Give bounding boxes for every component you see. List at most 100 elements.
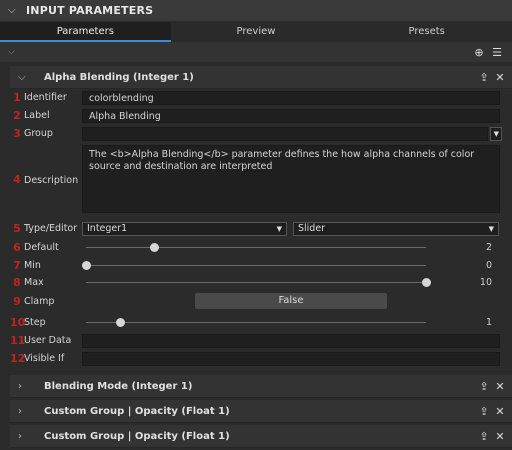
row-number: 7 bbox=[13, 259, 21, 272]
default-slider[interactable] bbox=[82, 239, 430, 256]
export-icon[interactable]: ⇪ bbox=[476, 380, 492, 393]
row-number: 2 bbox=[13, 109, 21, 122]
list-menu-icon[interactable]: ☰ bbox=[488, 46, 506, 59]
tab-presets[interactable]: Presets bbox=[341, 22, 512, 42]
chevron-down-icon[interactable]: ⌵ bbox=[18, 72, 30, 83]
export-icon[interactable]: ⇪ bbox=[476, 430, 492, 443]
row-number: 9 bbox=[13, 295, 21, 308]
parameter-section-collapsed: › Custom Group | Opacity (Float 1) ⇪ ✕ bbox=[10, 400, 512, 423]
type-select-value: Integer1 bbox=[87, 222, 128, 234]
type-select[interactable]: Integer1 ▼ bbox=[82, 221, 287, 236]
tab-preview[interactable]: Preview bbox=[170, 22, 342, 42]
tab-parameters[interactable]: Parameters bbox=[0, 22, 171, 42]
export-icon[interactable]: ⇪ bbox=[476, 71, 492, 84]
slider-handle[interactable] bbox=[421, 278, 431, 287]
min-value: 0 bbox=[485, 260, 492, 271]
slider-handle[interactable] bbox=[81, 261, 91, 270]
description-label: Description bbox=[24, 175, 79, 186]
label-field[interactable]: Alpha Blending bbox=[82, 108, 500, 123]
chevron-down-icon: ▼ bbox=[276, 224, 282, 233]
label-label: Label bbox=[24, 110, 50, 121]
slider-track bbox=[86, 247, 426, 248]
row-number: 6 bbox=[13, 241, 21, 254]
section-header[interactable]: › Custom Group | Opacity (Float 1) ⇪ ✕ bbox=[10, 400, 512, 423]
min-row: 7 Min 0 bbox=[10, 257, 506, 274]
identifier-row: 1 Identifier colorblending bbox=[10, 89, 506, 106]
parameter-section-expanded: ⌵ Alpha Blending (Integer 1) ⇪ ✕ bbox=[10, 66, 512, 89]
row-number: 3 bbox=[13, 127, 21, 140]
visible-if-field[interactable] bbox=[82, 351, 500, 366]
identifier-field[interactable]: colorblending bbox=[82, 90, 500, 105]
visible-if-row: 12 Visible If bbox=[10, 350, 506, 367]
close-icon[interactable]: ✕ bbox=[492, 380, 508, 393]
min-slider[interactable] bbox=[81, 257, 430, 274]
section-title: Custom Group | Opacity (Float 1) bbox=[44, 405, 230, 417]
step-label: Step bbox=[24, 317, 46, 328]
panel-title: INPUT PARAMETERS bbox=[26, 4, 154, 17]
chevron-down-icon: ▼ bbox=[488, 224, 494, 233]
user-data-label: User Data bbox=[24, 335, 72, 346]
chevron-down-icon: ▼ bbox=[493, 129, 499, 138]
parameter-section-collapsed: › Blending Mode (Integer 1) ⇪ ✕ bbox=[10, 375, 512, 398]
clamp-label: Clamp bbox=[24, 296, 55, 307]
max-value: 10 bbox=[479, 277, 492, 288]
description-row: 4 Description The <b>Alpha Blending</b> … bbox=[10, 145, 506, 213]
row-number: 5 bbox=[13, 222, 21, 235]
group-dropdown-button[interactable]: ▼ bbox=[490, 126, 502, 141]
visible-if-label: Visible If bbox=[24, 353, 65, 364]
editor-select[interactable]: Slider ▼ bbox=[293, 221, 499, 236]
group-label: Group bbox=[24, 128, 53, 139]
clamp-toggle-button[interactable]: False bbox=[195, 293, 387, 309]
parameters-toolbar: ⌵ ⊕ ☰ bbox=[0, 42, 512, 62]
group-row: 3 Group ▼ bbox=[10, 125, 506, 142]
slider-handle[interactable] bbox=[149, 243, 159, 252]
close-icon[interactable]: ✕ bbox=[492, 405, 508, 418]
type-editor-row: 5 Type/Editor Integer1 ▼ Slider ▼ bbox=[10, 220, 506, 237]
slider-track bbox=[86, 282, 426, 283]
section-title: Custom Group | Opacity (Float 1) bbox=[44, 430, 230, 442]
identifier-label: Identifier bbox=[24, 92, 67, 103]
max-row: 8 Max 10 bbox=[10, 274, 506, 291]
row-number: 4 bbox=[13, 173, 21, 186]
tab-bar: Parameters Preview Presets bbox=[0, 22, 512, 42]
default-value: 2 bbox=[485, 242, 492, 253]
row-number: 1 bbox=[13, 91, 21, 104]
min-label: Min bbox=[24, 260, 41, 271]
add-parameter-icon[interactable]: ⊕ bbox=[470, 46, 488, 59]
slider-handle[interactable] bbox=[115, 318, 125, 327]
max-slider[interactable] bbox=[82, 274, 431, 291]
step-row: 10 Step 1 bbox=[10, 314, 506, 331]
parameter-section-collapsed: › Custom Group | Opacity (Float 1) ⇪ ✕ bbox=[10, 425, 512, 448]
step-value: 1 bbox=[485, 317, 492, 328]
section-header[interactable]: › Blending Mode (Integer 1) ⇪ ✕ bbox=[10, 375, 512, 398]
section-title: Alpha Blending (Integer 1) bbox=[44, 71, 194, 83]
chevron-right-icon[interactable]: › bbox=[18, 431, 30, 442]
default-label: Default bbox=[24, 242, 59, 253]
row-number: 8 bbox=[13, 276, 21, 289]
close-icon[interactable]: ✕ bbox=[492, 430, 508, 443]
chevron-down-icon[interactable]: ⌵ bbox=[8, 5, 20, 16]
type-editor-label: Type/Editor bbox=[24, 223, 78, 234]
description-textarea[interactable]: The <b>Alpha Blending</b> parameter defi… bbox=[82, 145, 500, 213]
slider-track bbox=[86, 265, 426, 266]
chevron-right-icon[interactable]: › bbox=[18, 406, 30, 417]
row-number: 12 bbox=[10, 352, 26, 365]
step-slider[interactable] bbox=[82, 314, 430, 331]
panel-header[interactable]: ⌵ INPUT PARAMETERS bbox=[0, 0, 512, 21]
slider-track bbox=[86, 322, 426, 323]
section-header[interactable]: ⌵ Alpha Blending (Integer 1) ⇪ ✕ bbox=[10, 66, 512, 89]
user-data-row: 11 User Data bbox=[10, 332, 506, 349]
row-number: 11 bbox=[10, 334, 26, 347]
close-icon[interactable]: ✕ bbox=[492, 71, 508, 84]
group-field[interactable] bbox=[82, 126, 488, 141]
row-number: 10 bbox=[10, 316, 26, 329]
export-icon[interactable]: ⇪ bbox=[476, 405, 492, 418]
section-header[interactable]: › Custom Group | Opacity (Float 1) ⇪ ✕ bbox=[10, 425, 512, 448]
label-row: 2 Label Alpha Blending bbox=[10, 107, 506, 124]
editor-select-value: Slider bbox=[298, 222, 326, 234]
chevron-right-icon[interactable]: › bbox=[18, 381, 30, 392]
chevron-down-icon[interactable]: ⌵ bbox=[8, 47, 15, 57]
section-title: Blending Mode (Integer 1) bbox=[44, 380, 193, 392]
default-row: 6 Default 2 bbox=[10, 239, 506, 256]
user-data-field[interactable] bbox=[82, 333, 500, 348]
